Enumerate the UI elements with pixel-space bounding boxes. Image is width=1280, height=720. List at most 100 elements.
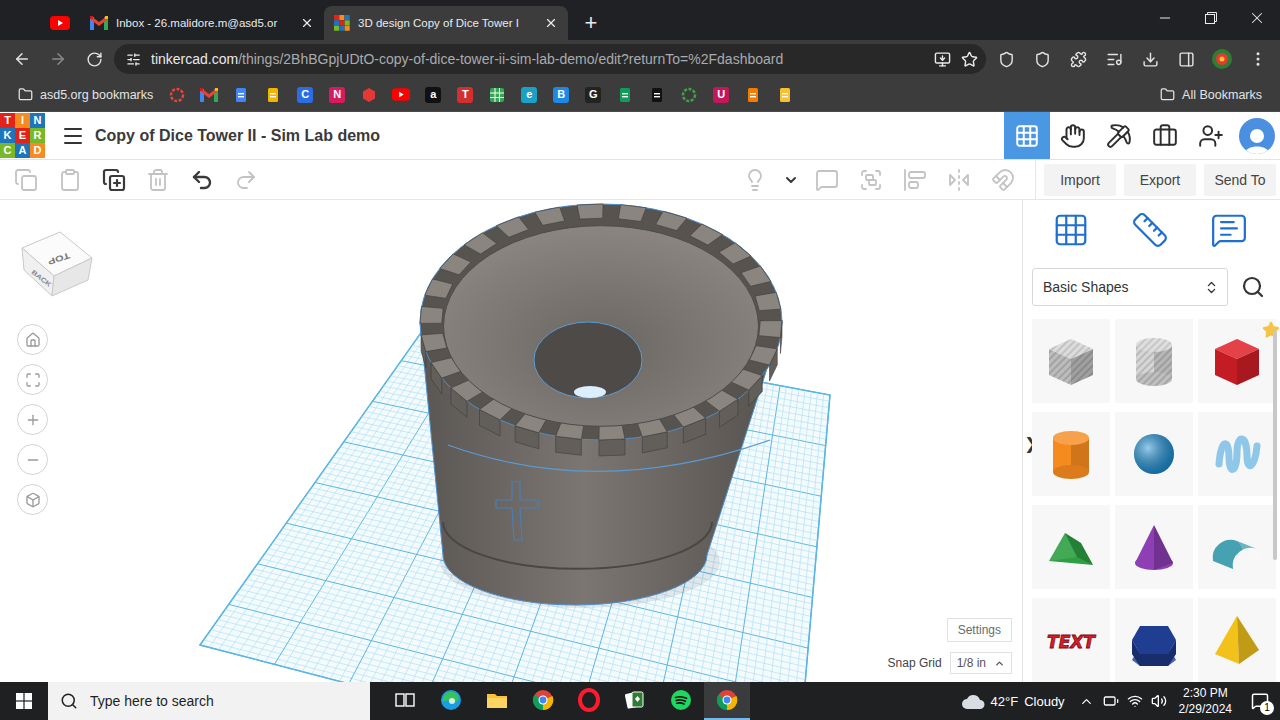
fit-button[interactable] <box>17 364 48 395</box>
volume-tray[interactable] <box>1147 682 1171 720</box>
notification-center[interactable]: 1 <box>1240 682 1280 720</box>
shape-item[interactable] <box>1032 412 1110 496</box>
action-button[interactable]: Send To <box>1204 164 1276 196</box>
invite-button[interactable] <box>1188 112 1234 159</box>
workplane-tool[interactable] <box>1052 211 1090 253</box>
bookmark[interactable]: e <box>515 81 543 109</box>
bookmark[interactable] <box>355 81 383 109</box>
taskbar-app[interactable] <box>382 682 428 720</box>
shape-item[interactable] <box>1032 505 1110 589</box>
close-tab-icon[interactable] <box>544 16 558 30</box>
bookmark[interactable] <box>483 81 511 109</box>
settings-button[interactable]: Settings <box>947 618 1012 642</box>
copy-button[interactable] <box>4 162 48 198</box>
browser-tab[interactable]: 3D design Copy of Dice Tower I <box>324 6 568 40</box>
design-title[interactable]: Copy of Dice Tower II - Sim Lab demo <box>95 127 380 145</box>
scrollbar[interactable] <box>1273 330 1277 560</box>
shape-item[interactable] <box>1198 412 1276 496</box>
redo-button[interactable] <box>224 162 268 198</box>
action-button[interactable]: Import <box>1044 164 1116 196</box>
bookmark[interactable]: G <box>579 81 607 109</box>
extension-button[interactable] <box>1026 43 1058 75</box>
network-tray[interactable] <box>1123 682 1147 720</box>
menu-button[interactable] <box>1242 43 1274 75</box>
restore-button[interactable] <box>1188 0 1234 36</box>
cruise-button[interactable] <box>981 162 1025 198</box>
view-cube[interactable]: TOPBACK <box>16 218 98 300</box>
taskbar-app[interactable] <box>658 682 704 720</box>
shape-item[interactable] <box>1198 505 1276 589</box>
action-button[interactable]: Export <box>1124 164 1196 196</box>
start-button[interactable] <box>0 682 48 720</box>
ruler-tool[interactable] <box>1131 211 1169 253</box>
close-window-button[interactable] <box>1234 0 1280 36</box>
shape-item[interactable] <box>1198 598 1276 682</box>
shape-category-select[interactable]: Basic Shapes <box>1032 268 1228 306</box>
bookmark[interactable]: U <box>707 81 735 109</box>
back-button[interactable] <box>6 43 38 75</box>
tinkercad-logo[interactable]: TINKERCAD <box>0 113 45 158</box>
duplicate-button[interactable] <box>92 162 136 198</box>
bookmark[interactable]: a <box>419 81 447 109</box>
notes-tool[interactable] <box>1210 211 1248 253</box>
bookmark-star-icon[interactable] <box>961 51 978 68</box>
taskbar-app[interactable] <box>474 682 520 720</box>
bookmark[interactable] <box>195 81 223 109</box>
shape-item[interactable] <box>1115 598 1193 682</box>
shape-item[interactable]: TEXT <box>1032 598 1110 682</box>
home-button[interactable] <box>17 324 48 355</box>
note-button[interactable] <box>805 162 849 198</box>
browser-tab[interactable]: Inbox - 26.malidore.m@asd5.or <box>80 6 324 40</box>
install-app-icon[interactable] <box>934 51 951 68</box>
minimize-button[interactable] <box>1142 0 1188 36</box>
designs-button[interactable] <box>1004 112 1050 159</box>
workplane-scene[interactable] <box>0 200 1022 682</box>
downloads-button[interactable] <box>1134 43 1166 75</box>
taskbar-app[interactable] <box>428 682 474 720</box>
taskbar-app[interactable] <box>566 682 612 720</box>
design-menu-button[interactable] <box>51 114 95 158</box>
side-panel-button[interactable] <box>1170 43 1202 75</box>
clock[interactable]: 2:30 PM2/29/2024 <box>1171 685 1240 717</box>
bookmark[interactable] <box>259 81 287 109</box>
browser-tab[interactable] <box>40 6 80 40</box>
battery-tray[interactable] <box>1099 682 1123 720</box>
media-button[interactable] <box>1098 43 1130 75</box>
bookmark[interactable] <box>227 81 255 109</box>
bookmark[interactable] <box>611 81 639 109</box>
all-bookmarks[interactable]: All Bookmarks <box>1154 87 1268 102</box>
shape-item[interactable] <box>1115 505 1193 589</box>
site-info-icon[interactable] <box>126 52 141 67</box>
close-tab-icon[interactable] <box>300 16 314 30</box>
profile-button[interactable] <box>1206 43 1238 75</box>
weather[interactable]: 42°FCloudy <box>951 692 1075 710</box>
bookmark[interactable] <box>163 81 191 109</box>
forward-button[interactable] <box>42 43 74 75</box>
zoom-out-button[interactable] <box>17 444 48 475</box>
group-button[interactable] <box>849 162 893 198</box>
mirror-button[interactable] <box>937 162 981 198</box>
bookmark[interactable]: C <box>291 81 319 109</box>
zoom-in-button[interactable] <box>17 404 48 435</box>
ortho-button[interactable] <box>17 484 48 515</box>
bookmark[interactable] <box>643 81 671 109</box>
delete-button[interactable] <box>136 162 180 198</box>
align-button[interactable] <box>893 162 937 198</box>
shape-item[interactable] <box>1115 319 1193 403</box>
new-tab-button[interactable]: + <box>576 8 606 38</box>
dropdown-button[interactable] <box>777 162 805 198</box>
bulb-button[interactable] <box>733 162 777 198</box>
taskbar-app[interactable] <box>612 682 658 720</box>
extensions-button[interactable] <box>1062 43 1094 75</box>
bookmark[interactable] <box>739 81 767 109</box>
avatar-button[interactable] <box>1234 112 1280 159</box>
taskbar-app[interactable] <box>520 682 566 720</box>
bookmark-folder[interactable]: asd5.org bookmarks <box>12 87 159 102</box>
shape-item[interactable] <box>1032 319 1110 403</box>
shape-item[interactable] <box>1198 319 1276 403</box>
bookmark[interactable] <box>387 81 415 109</box>
extension-button[interactable] <box>990 43 1022 75</box>
reload-button[interactable] <box>78 43 110 75</box>
bookmark[interactable] <box>771 81 799 109</box>
shape-item[interactable] <box>1115 412 1193 496</box>
